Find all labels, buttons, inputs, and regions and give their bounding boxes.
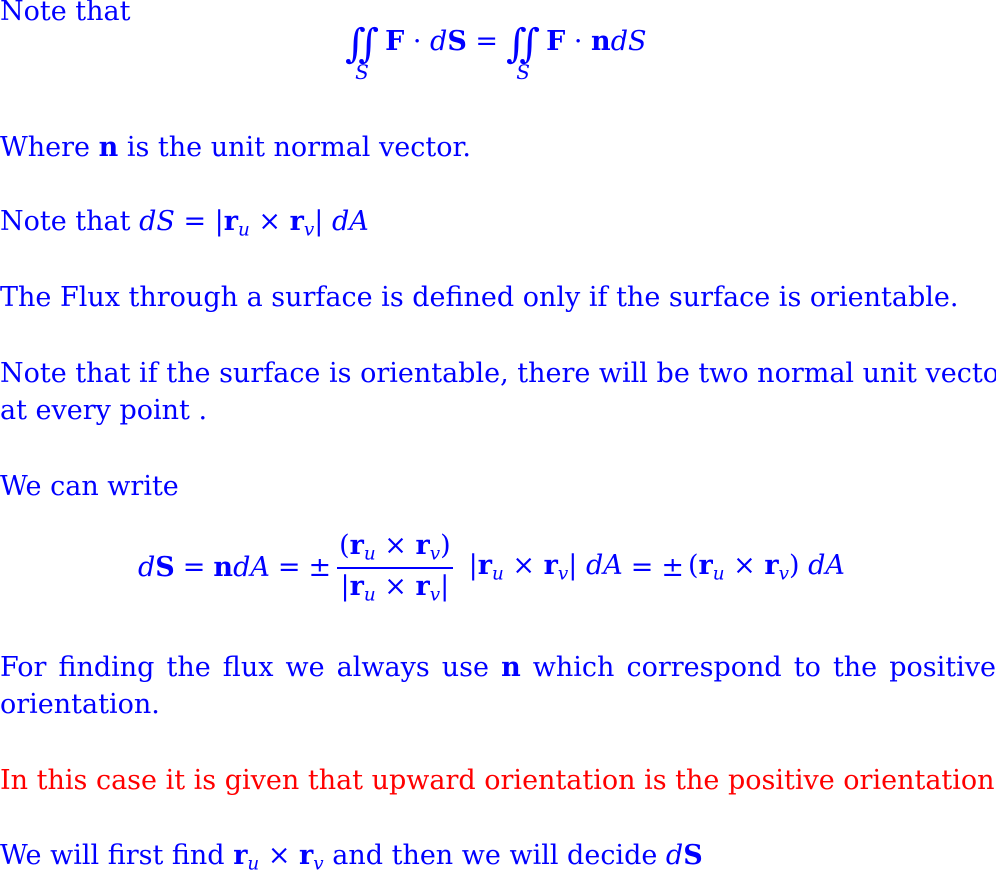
scalar-dA: dA [331,206,369,237]
flux-defined-line: The Flux through a surface is defined on… [0,282,958,314]
cross-product-term: (ru × rv) dA [687,550,845,585]
upward-orientation-text: In this case it is given that upward ori… [0,765,996,796]
normal-vector-n: n [501,652,521,683]
two-normals-text-2: at every point . [0,395,208,426]
finding-flux-suffix: which correspond to the positive [532,652,996,683]
normal-vector-n: n [98,132,119,163]
upward-orientation-line: In this case it is given that upward ori… [0,765,996,797]
note-that-line: Note that [0,0,130,28]
we-can-write-text: We can write [0,471,179,502]
we-can-write-line: We can write [0,471,179,503]
finding-flux-prefix: For finding the flux we always use [0,652,489,683]
vector-S: S [155,552,175,583]
dot-operator: · [573,25,583,57]
note-ds-line: Note that dS = |ru × rv| dA [0,206,369,242]
integral-symbol: ∬ [506,21,540,67]
scalar-dS: dS [139,206,175,237]
fraction-denominator: |ru × rv| [340,570,450,606]
final-middle: and then we will decide [323,840,666,871]
cross-operator: × [258,206,282,237]
where-prefix: Where [0,132,99,163]
finding-flux-text-2: orientation. [0,689,160,720]
scalar-dA: dA [233,552,270,583]
plus-minus: ± [661,552,684,583]
differential-d: d [665,840,684,871]
differential-d: d [138,552,156,583]
abs-close: | [314,206,324,237]
vector-r: r [289,206,304,237]
two-normals-line-2: at every point . [0,395,207,427]
two-normals-line-1: Note that if the surface is orientable, … [0,358,996,390]
vector-r: r [223,206,238,237]
final-line: We will first find ru × rv and then we w… [0,840,703,875]
abs-open: | [214,206,224,237]
equals-sign: = [277,552,301,583]
note-that-text: Note that [0,0,131,27]
plus-minus: ± [308,552,332,583]
where-line: Where n is the unit normal vector. [0,132,471,164]
double-integral-rhs: ∬ S [506,24,540,84]
differential-d: d [430,25,448,57]
equals-sign: = [182,552,206,583]
fraction-numerator: (ru × rv) [337,530,453,569]
vector-F: F [546,25,566,57]
normal-vector-n: n [213,552,234,583]
two-normals-text-1: Note that if the surface is orientable, … [0,358,996,389]
magnitude-term: |ru × rv| dA [468,550,623,585]
equals-sign: = [183,206,207,237]
scalar-dS: dS [610,25,647,57]
surface-integral-equation: ∬ S F · dS = ∬ S F · ndS [345,24,646,84]
where-suffix: is the unit normal vector. [118,132,471,163]
note-ds-prefix: Note that [0,206,140,237]
finding-flux-line-2: orientation. [0,689,160,721]
subscript-u: u [238,219,250,241]
finding-flux-line-1: For finding the flux we always use n whi… [0,652,996,684]
dS-expansion-equation: dS = n dA = ± (ru × rv) |ru × rv| |ru × r… [138,530,845,605]
vector-S: S [447,25,467,57]
normal-vector-n: n [591,25,611,57]
vector-S: S [683,840,703,871]
final-prefix: We will first find [0,840,234,871]
flux-defined-text: The Flux through a surface is defined on… [0,282,959,313]
vector-F: F [385,25,405,57]
unit-normal-fraction: (ru × rv) |ru × rv| [337,530,453,605]
dot-operator: · [412,25,422,57]
subscript-v: v [303,219,315,241]
integral-symbol: ∬ [345,21,379,67]
equals-sign: = [630,552,654,583]
equals-sign: = [475,25,499,57]
double-integral-lhs: ∬ S [345,24,379,84]
